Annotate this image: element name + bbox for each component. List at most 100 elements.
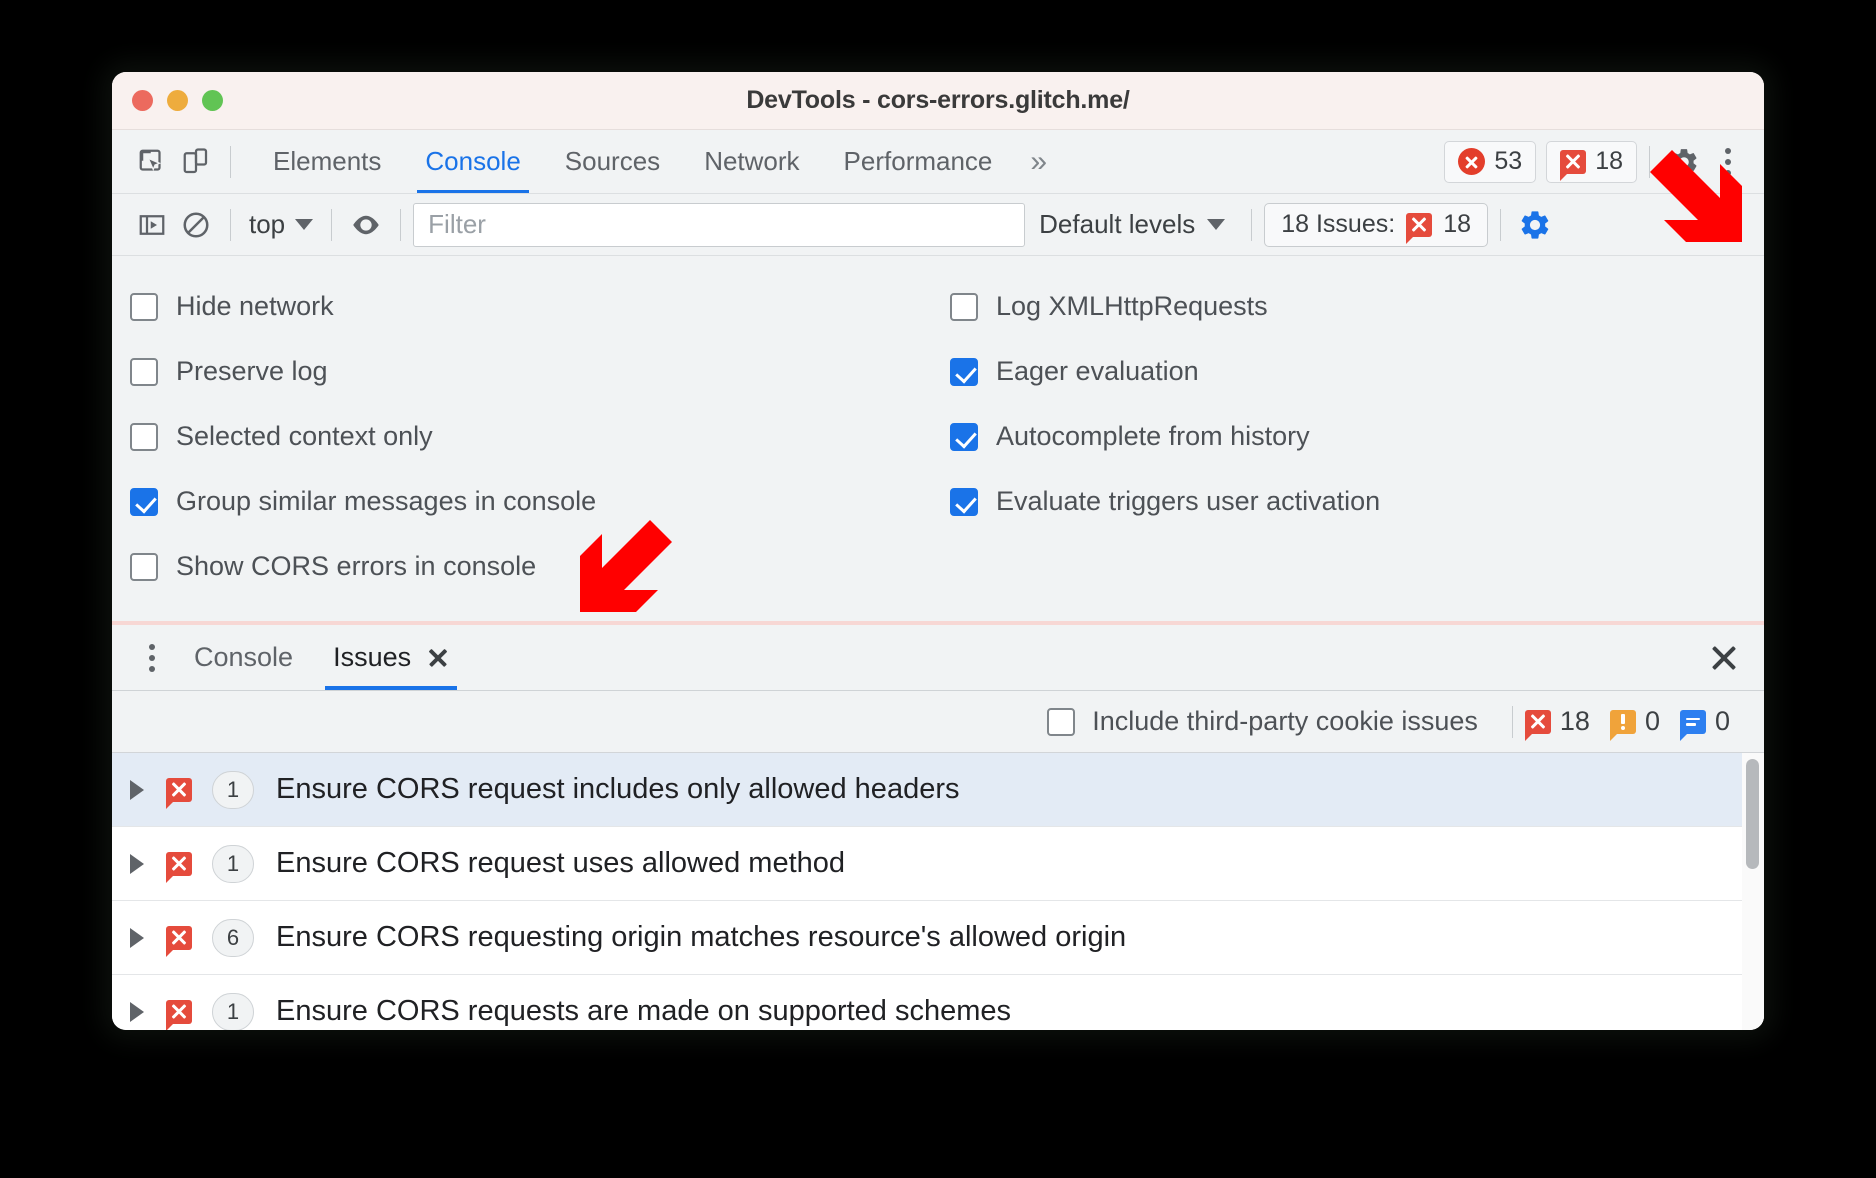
table-row[interactable]: 1 Ensure CORS request includes only allo… <box>112 753 1764 827</box>
setting-show-cors-errors-label: Show CORS errors in console <box>176 551 537 581</box>
clear-console-icon[interactable] <box>174 203 218 247</box>
console-toolbar-divider-3 <box>400 208 402 241</box>
tab-performance-label: Performance <box>843 146 993 176</box>
kebab-menu-icon[interactable] <box>130 636 174 680</box>
close-drawer-icon[interactable] <box>1702 636 1746 680</box>
setting-selected-context-only[interactable]: Selected context only <box>130 404 950 469</box>
setting-hide-network[interactable]: Hide network <box>130 274 950 339</box>
device-toolbar-icon[interactable] <box>174 140 218 184</box>
table-row[interactable]: 1 Ensure CORS requests are made on suppo… <box>112 975 1764 1030</box>
setting-group-similar-messages-label: Group similar messages in console <box>176 486 597 516</box>
issue-error-count-label: 18 <box>1559 706 1590 736</box>
checkbox-evaluate-triggers-user-activation[interactable] <box>950 487 978 516</box>
issues-counter-count: 18 <box>1443 210 1471 238</box>
checkbox-selected-context-only[interactable] <box>130 422 158 451</box>
include-third-party-cookie-issues-row[interactable]: Include third-party cookie issues <box>1047 706 1478 737</box>
setting-eager-evaluation-label: Eager evaluation <box>996 356 1199 386</box>
devtools-window: DevTools - cors-errors.glitch.me/ Elemen… <box>112 72 1764 1030</box>
chevron-right-icon[interactable] <box>130 779 144 800</box>
issues-counter-button[interactable]: 18 Issues: 18 <box>1264 202 1488 247</box>
log-levels-selector[interactable]: Default levels <box>1025 209 1239 240</box>
issues-scrollbar-thumb[interactable] <box>1746 759 1759 869</box>
tab-elements[interactable]: Elements <box>251 130 403 193</box>
log-levels-label: Default levels <box>1039 209 1196 239</box>
tab-network-label: Network <box>704 146 800 176</box>
issue-info-bubble-icon <box>1679 709 1706 741</box>
drawer-tab-console-label: Console <box>194 642 294 672</box>
issue-severity-counts: 18 0 0 <box>1524 706 1740 741</box>
close-tab-icon[interactable] <box>427 647 449 669</box>
setting-preserve-log[interactable]: Preserve log <box>130 339 950 404</box>
tab-sources[interactable]: Sources <box>543 130 682 193</box>
setting-show-cors-errors[interactable]: Show CORS errors in console <box>130 534 950 599</box>
setting-evaluate-triggers-user-activation[interactable]: Evaluate triggers user activation <box>950 469 1764 534</box>
tab-sources-label: Sources <box>564 146 661 176</box>
inspect-element-icon[interactable] <box>130 140 174 184</box>
checkbox-group-similar-messages[interactable] <box>130 487 158 516</box>
kebab-menu-icon[interactable] <box>1706 140 1750 184</box>
console-error-badge[interactable]: 53 <box>1444 140 1537 183</box>
checkbox-log-xmlhttprequests[interactable] <box>950 292 978 321</box>
setting-log-xmlhttprequests-label: Log XMLHttpRequests <box>996 291 1268 321</box>
more-tabs-icon[interactable]: » <box>1014 146 1063 177</box>
tab-console-label: Console <box>425 146 521 176</box>
table-row[interactable]: 1 Ensure CORS request uses allowed metho… <box>112 827 1764 901</box>
issue-occurrence-count: 1 <box>212 844 254 883</box>
console-settings-panel: Hide network Log XMLHttpRequests Preserv… <box>112 256 1764 625</box>
gear-icon-active[interactable] <box>1513 203 1557 247</box>
filter-input[interactable] <box>413 202 1026 247</box>
live-expression-icon[interactable] <box>344 203 388 247</box>
issue-error-count: 18 <box>1524 706 1590 741</box>
include-third-party-cookie-issues-label: Include third-party cookie issues <box>1092 706 1478 736</box>
issues-scrollbar[interactable] <box>1742 753 1764 1030</box>
issue-bubble-icon <box>1406 212 1433 244</box>
issue-occurrence-count: 6 <box>212 918 254 957</box>
issues-badge[interactable]: 18 <box>1546 140 1637 183</box>
console-toolbar-divider-1 <box>230 208 231 241</box>
issue-warning-count-label: 0 <box>1644 706 1660 736</box>
tab-network[interactable]: Network <box>682 130 821 193</box>
issue-occurrence-count: 1 <box>212 770 254 809</box>
chevron-right-icon[interactable] <box>130 853 144 874</box>
console-toolbar-divider-4 <box>1251 208 1253 241</box>
setting-autocomplete-from-history[interactable]: Autocomplete from history <box>950 404 1764 469</box>
setting-eager-evaluation[interactable]: Eager evaluation <box>950 339 1764 404</box>
setting-group-similar-messages[interactable]: Group similar messages in console <box>130 469 950 534</box>
tab-console[interactable]: Console <box>403 130 542 193</box>
issues-filter-bar: Include third-party cookie issues 18 0 0 <box>112 691 1764 753</box>
issue-error-bubble-icon <box>166 777 192 809</box>
checkbox-autocomplete-from-history[interactable] <box>950 422 978 451</box>
chevron-right-icon[interactable] <box>130 927 144 948</box>
chevron-right-icon[interactable] <box>130 1001 144 1022</box>
drawer-tab-issues[interactable]: Issues <box>313 625 469 690</box>
setting-preserve-log-label: Preserve log <box>176 356 328 386</box>
console-toolbar-divider-2 <box>331 208 333 241</box>
gear-icon[interactable] <box>1662 140 1706 184</box>
table-row[interactable]: 6 Ensure CORS requesting origin matches … <box>112 901 1764 975</box>
issue-title: Ensure CORS requests are made on support… <box>276 995 1012 1027</box>
issues-counter-label: 18 Issues: <box>1281 210 1396 238</box>
execution-context-label: top <box>249 209 286 239</box>
issue-bubble-icon <box>1560 149 1587 181</box>
issue-warning-bubble-icon <box>1609 709 1636 741</box>
checkbox-include-third-party-cookie-issues[interactable] <box>1047 707 1076 736</box>
checkbox-eager-evaluation[interactable] <box>950 357 978 386</box>
issue-warning-count: 0 <box>1609 706 1660 741</box>
checkbox-hide-network[interactable] <box>130 292 158 321</box>
error-count-label: 53 <box>1494 147 1523 175</box>
issue-title: Ensure CORS request includes only allowe… <box>276 773 960 805</box>
setting-autocomplete-from-history-label: Autocomplete from history <box>996 421 1310 451</box>
console-toolbar: top Default levels 18 Issues: 18 <box>112 194 1764 256</box>
console-sidebar-icon[interactable] <box>130 203 174 247</box>
issue-info-count-label: 0 <box>1714 706 1730 736</box>
checkbox-show-cors-errors[interactable] <box>130 552 158 581</box>
issue-count-label: 18 <box>1595 147 1623 175</box>
setting-log-xmlhttprequests[interactable]: Log XMLHttpRequests <box>950 274 1764 339</box>
execution-context-selector[interactable]: top <box>243 209 319 240</box>
chevron-down-icon <box>295 219 314 230</box>
checkbox-preserve-log[interactable] <box>130 357 158 386</box>
tab-performance[interactable]: Performance <box>822 130 1015 193</box>
setting-evaluate-triggers-user-activation-label: Evaluate triggers user activation <box>996 486 1381 516</box>
issue-error-bubble-icon <box>166 999 192 1030</box>
drawer-tab-console[interactable]: Console <box>174 625 313 690</box>
